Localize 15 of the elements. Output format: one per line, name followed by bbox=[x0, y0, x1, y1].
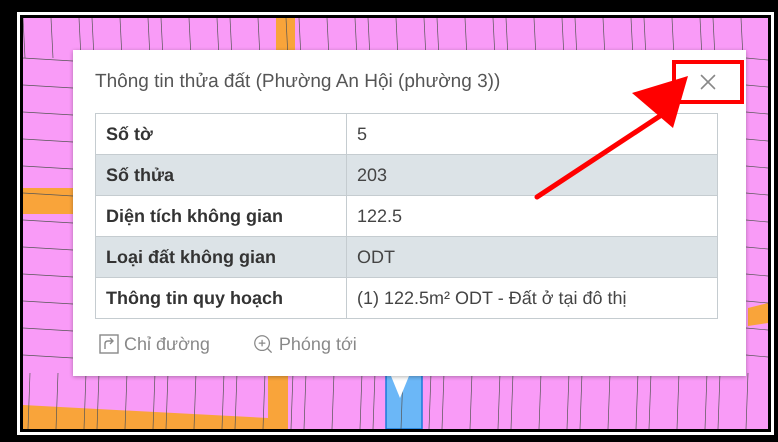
popup-title: Thông tin thửa đất (Phường An Hội (phường 3)) bbox=[95, 71, 500, 93]
zoom-in-icon bbox=[252, 333, 274, 355]
directions-icon bbox=[99, 334, 119, 354]
row-value: 122.5 bbox=[346, 196, 718, 236]
row-value: 203 bbox=[346, 154, 718, 196]
row-label: Số thửa bbox=[96, 154, 346, 196]
row-label: Thông tin quy hoạch bbox=[96, 278, 346, 318]
row-label: Diện tích không gian bbox=[96, 196, 346, 236]
directions-link[interactable]: Chỉ đường bbox=[99, 333, 210, 355]
zoom-to-link[interactable]: Phóng tới bbox=[252, 333, 357, 355]
row-value: (1) 122.5m² ODT - Đất ở tại đô thị bbox=[346, 278, 718, 318]
row-value: 5 bbox=[346, 114, 718, 154]
row-label: Loại đất không gian bbox=[96, 236, 346, 278]
row-value: ODT bbox=[346, 236, 718, 278]
row-label: Số tờ bbox=[96, 114, 346, 154]
